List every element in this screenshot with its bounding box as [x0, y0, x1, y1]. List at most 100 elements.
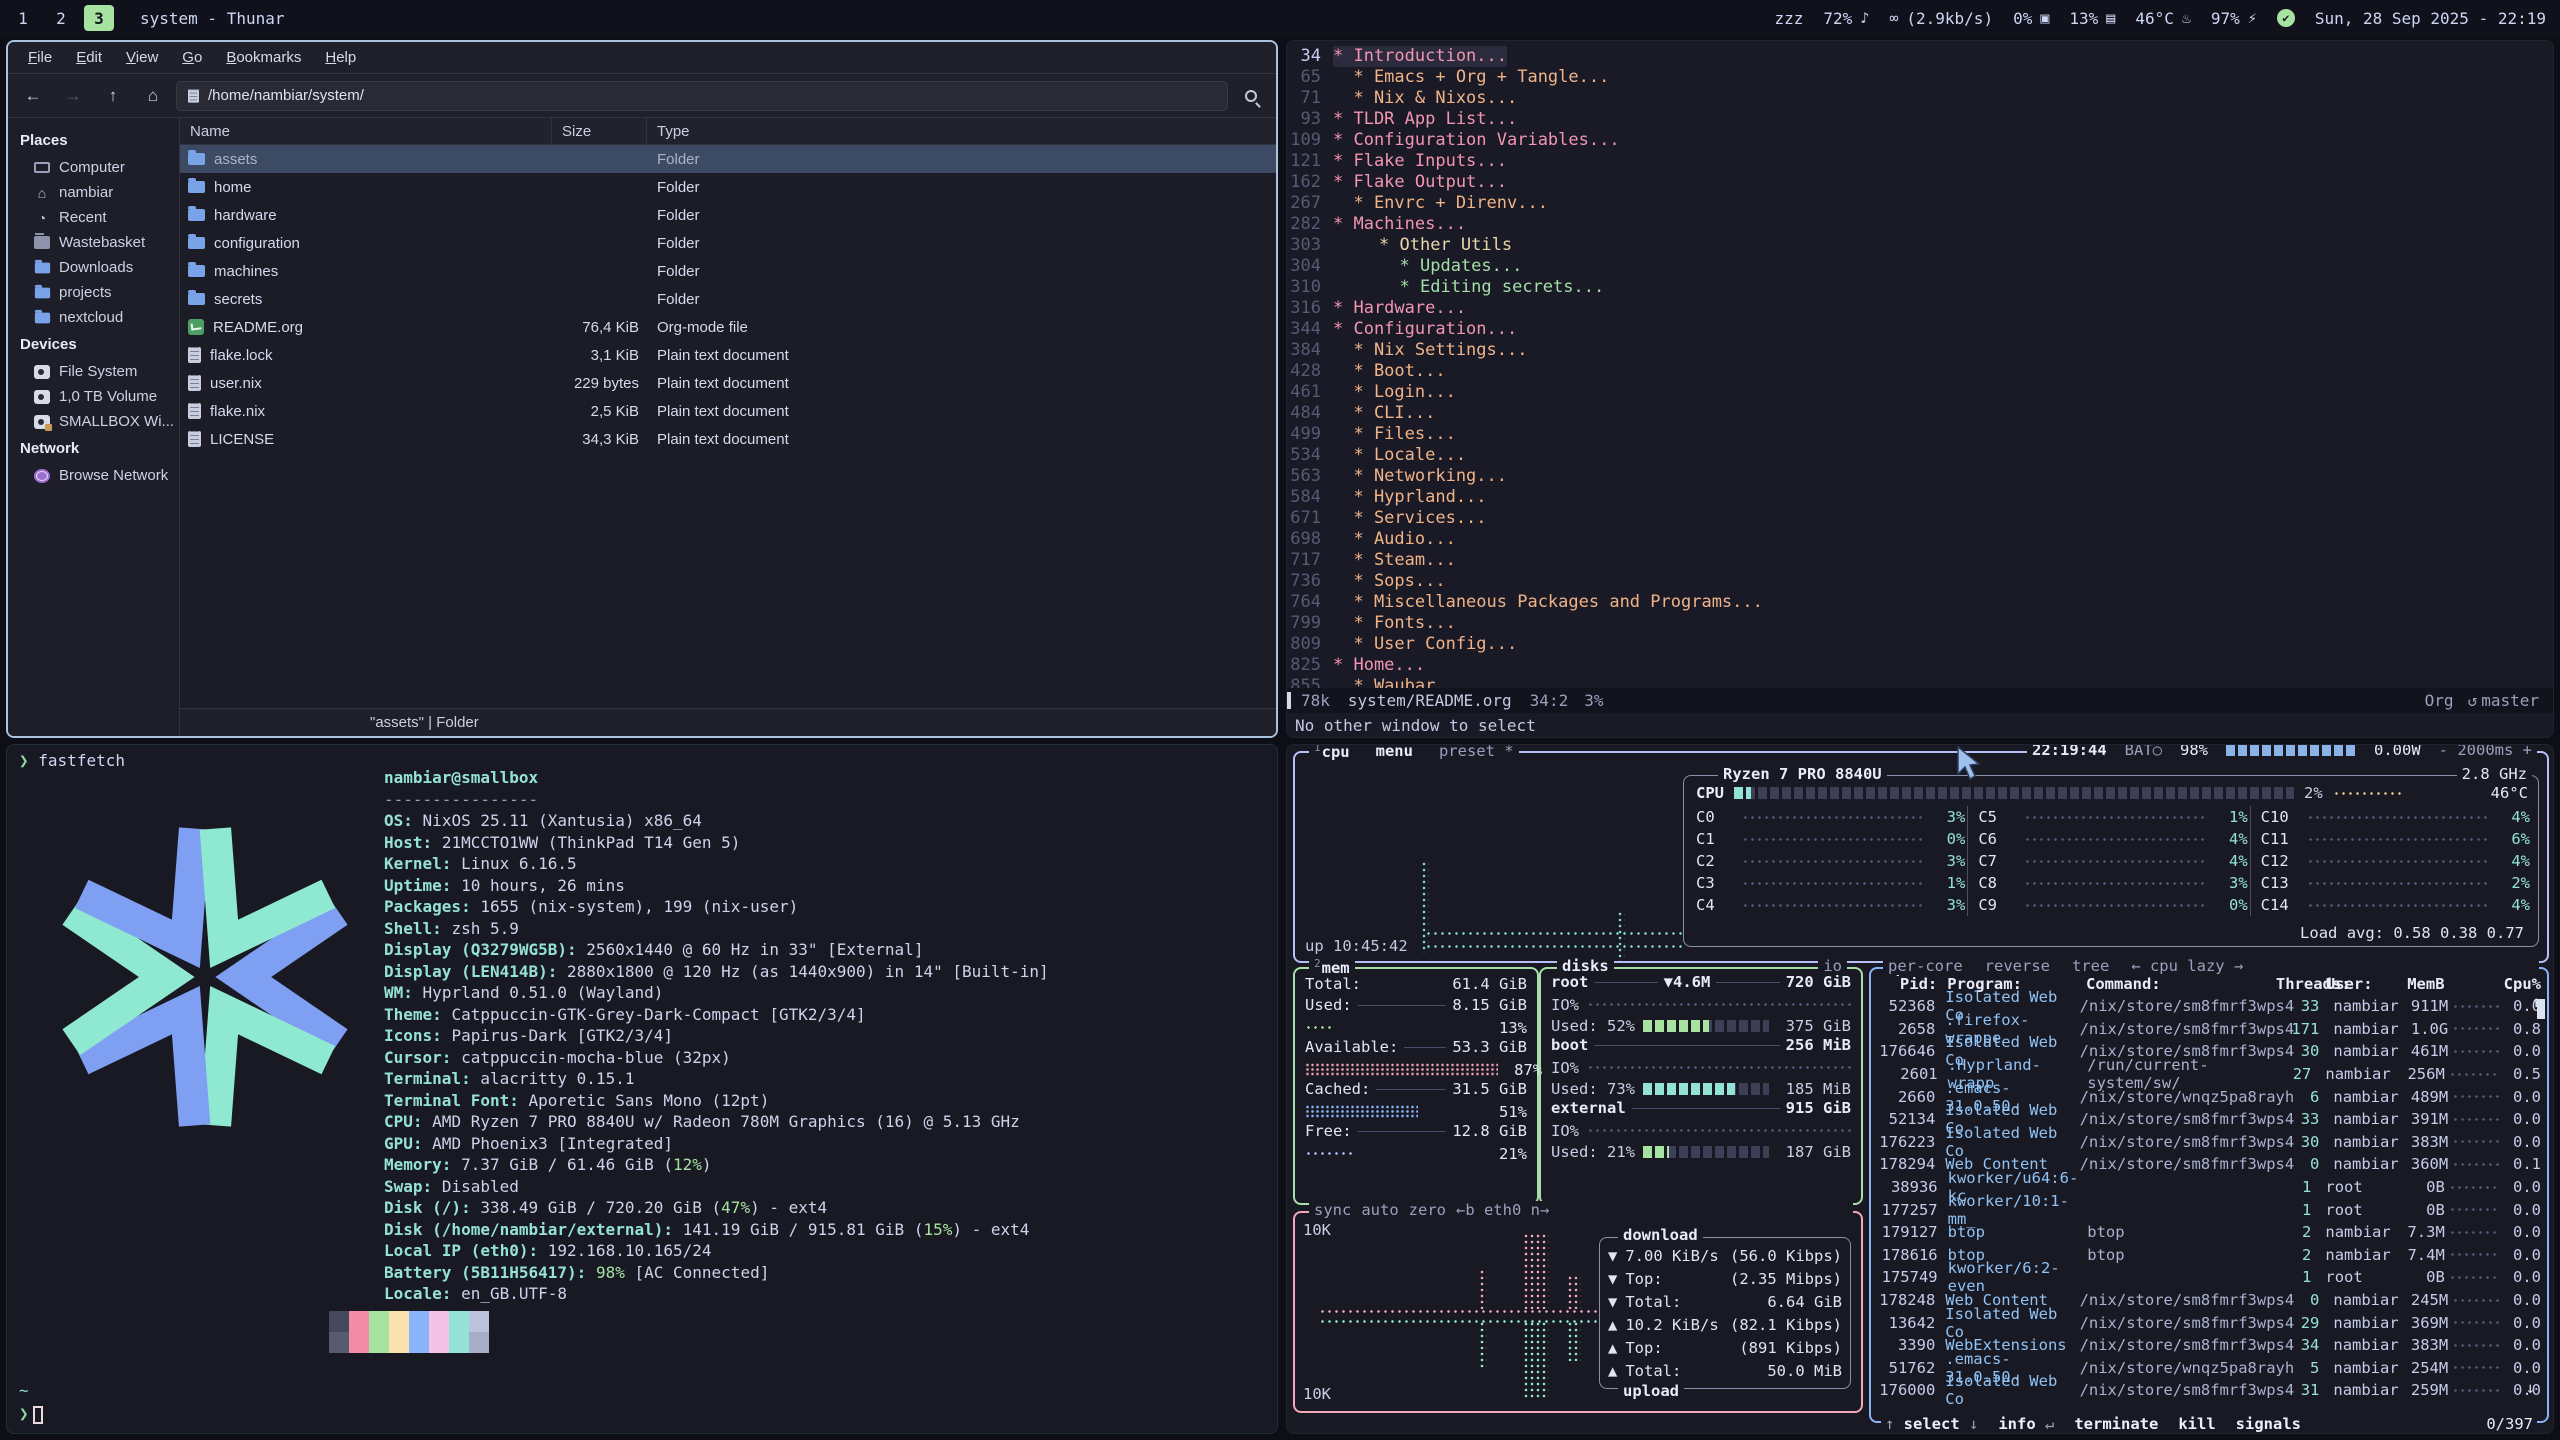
cpu-total-percent: 2%: [2304, 784, 2323, 802]
up-button[interactable]: ↑: [96, 81, 130, 111]
disk-row-root: root▼4.6M720 GiB: [1551, 973, 1851, 994]
folder-icon: [188, 265, 205, 277]
file-rows: assetsFolderhomeFolderhardwareFolderconf…: [180, 145, 1276, 708]
update-interval[interactable]: - 2000ms +: [2439, 744, 2532, 759]
workspace-switcher[interactable]: 123: [0, 5, 114, 31]
file-row-assets[interactable]: assetsFolder: [180, 145, 1276, 173]
org-heading-line: 109* Configuration Variables...: [1287, 130, 2553, 151]
proc-control-reverse[interactable]: reverse: [1985, 957, 2050, 975]
terminal-cursor: [33, 1406, 43, 1424]
menu-file[interactable]: File: [18, 46, 62, 69]
sidebar-item-browse-network[interactable]: Browse Network: [8, 463, 179, 488]
echo-area: No other window to select: [1287, 713, 2553, 737]
net-control-sync[interactable]: sync: [1314, 1201, 1351, 1219]
file-row-secrets[interactable]: secretsFolder: [180, 285, 1276, 313]
menu-button[interactable]: menu: [1376, 744, 1413, 760]
workspace-button-3[interactable]: 3: [84, 5, 114, 31]
palette-swatch: [469, 1311, 489, 1332]
menu-edit[interactable]: Edit: [66, 46, 112, 69]
sidebar-item-wastebasket[interactable]: Wastebasket: [8, 230, 179, 255]
proc-key-signals[interactable]: signals: [2236, 1415, 2301, 1433]
proc-key-info[interactable]: info ↵: [1998, 1415, 2054, 1433]
preset-button[interactable]: preset *: [1439, 744, 1514, 760]
file-row-flake.nix[interactable]: flake.nix2,5 KiBPlain text document: [180, 397, 1276, 425]
fastfetch-entry: Cursor: catppuccin-mocha-blue (32px): [384, 1047, 1049, 1069]
proc-row[interactable]: 179127btopbtop2nambiar7.3M0.0: [1871, 1221, 2547, 1244]
network-icon: [34, 469, 50, 483]
proc-row[interactable]: 175749kworker/6:2-even1root0B0.0: [1871, 1266, 2547, 1289]
file-row-machines[interactable]: machinesFolder: [180, 257, 1276, 285]
workspace-button-1[interactable]: 1: [8, 5, 38, 31]
proc-control-per-core[interactable]: per-core: [1888, 957, 1963, 975]
cpu-graph: [1425, 929, 1685, 937]
org-heading-line: 799* Fonts...: [1287, 613, 2553, 634]
emacs-modeline: 78k system/README.org 34:2 3% Org ↺ mast…: [1287, 688, 2553, 713]
drive-usb-icon: [34, 415, 50, 429]
tab-cpu[interactable]: 1cpu: [1314, 744, 1350, 761]
net-control-zero[interactable]: zero: [1409, 1201, 1446, 1219]
back-button[interactable]: ←: [16, 81, 50, 111]
sidebar-item-downloads[interactable]: Downloads: [8, 255, 179, 280]
file-row-LICENSE[interactable]: LICENSE34,3 KiBPlain text document: [180, 425, 1276, 453]
power-icon: ⚡: [2248, 9, 2257, 27]
path-bar[interactable]: /home/nambiar/system/: [176, 81, 1228, 111]
column-header-size[interactable]: Size: [552, 118, 647, 144]
text-icon: [188, 347, 201, 363]
sidebar-item-1-0-tb-volume[interactable]: 1,0 TB Volume: [8, 384, 179, 409]
file-icon: [188, 89, 199, 103]
status-module: Sun, 28 Sep 2025 - 22:19: [2315, 9, 2546, 28]
sidebar-item-nextcloud[interactable]: nextcloud: [8, 305, 179, 330]
proc-control--cpu-lazy-[interactable]: ← cpu lazy →: [2131, 957, 2243, 975]
sidebar-item-projects[interactable]: projects: [8, 280, 179, 305]
palette-swatch: [469, 1332, 489, 1353]
file-row-flake.lock[interactable]: flake.lock3,1 KiBPlain text document: [180, 341, 1276, 369]
net-control--b-eth0-n-[interactable]: ←b eth0 n→: [1456, 1201, 1549, 1219]
sidebar-item-computer[interactable]: Computer: [8, 155, 179, 180]
org-buffer[interactable]: 34* Introduction...65* Emacs + Org + Tan…: [1287, 41, 2553, 688]
file-row-home[interactable]: homeFolder: [180, 173, 1276, 201]
sidebar-item-recent[interactable]: ◔Recent: [8, 205, 179, 230]
sidebar-item-nambiar[interactable]: ⌂nambiar: [8, 180, 179, 205]
column-header-type[interactable]: Type: [647, 118, 1276, 144]
file-row-hardware[interactable]: hardwareFolder: [180, 201, 1276, 229]
workspace-button-2[interactable]: 2: [46, 5, 76, 31]
sidebar-item-smallbox-wi-[interactable]: SMALLBOX Wi...: [8, 409, 179, 434]
org-heading-line: 484* CLI...: [1287, 403, 2553, 424]
net-control-auto[interactable]: auto: [1361, 1201, 1398, 1219]
file-row-configuration[interactable]: configurationFolder: [180, 229, 1276, 257]
cwd-path: ~: [19, 1379, 43, 1402]
status-modules: zzz72%♪∞(2.9kb/s)0%▣13%▤46°C♨97%⚡✔Sun, 2…: [1775, 9, 2560, 28]
proc-control-tree[interactable]: tree: [2072, 957, 2109, 975]
proc-key-kill[interactable]: kill: [2178, 1415, 2215, 1433]
palette-swatch: [409, 1311, 429, 1332]
file-row-user.nix[interactable]: user.nix229 bytesPlain text document: [180, 369, 1276, 397]
search-button[interactable]: [1234, 81, 1268, 111]
forward-button[interactable]: →: [56, 81, 90, 111]
trash-icon: [34, 236, 50, 249]
proc-scrollbar[interactable]: [2537, 999, 2545, 1019]
folder-icon: [188, 237, 205, 249]
proc-row[interactable]: 176223Isolated Web Co/nix/store/sm8fmrf3…: [1871, 1131, 2547, 1154]
menu-go[interactable]: Go: [172, 46, 212, 69]
io-toggle[interactable]: io: [1823, 957, 1842, 975]
org-icon: [188, 319, 204, 335]
menu-view[interactable]: View: [116, 46, 168, 69]
proc-row[interactable]: 177257kworker/10:1-mm_1root0B0.0: [1871, 1198, 2547, 1221]
folder-icon: [188, 153, 205, 165]
proc-key-select[interactable]: ↑ select ↓: [1885, 1415, 1978, 1433]
org-heading-line: 282* Machines...: [1287, 214, 2553, 235]
tab-mem[interactable]: 2mem: [1314, 957, 1350, 977]
folder-icon: [34, 260, 50, 276]
file-row-README.org[interactable]: README.org76,4 KiBOrg-mode file: [180, 313, 1276, 341]
proc-row[interactable]: 13642Isolated Web Co/nix/store/sm8fmrf3w…: [1871, 1311, 2547, 1334]
proc-key-terminate[interactable]: terminate: [2074, 1415, 2158, 1433]
proc-rows: 52368Isolated Web Co/nix/store/sm8fmrf3w…: [1871, 995, 2547, 1402]
upload-label: upload: [1623, 1382, 1679, 1400]
sidebar-item-file-system[interactable]: File System: [8, 359, 179, 384]
menu-help[interactable]: Help: [315, 46, 366, 69]
home-button[interactable]: ⌂: [136, 81, 170, 111]
column-header-name[interactable]: Name: [180, 118, 552, 144]
sidebar-heading: Devices: [8, 330, 179, 359]
menu-bookmarks[interactable]: Bookmarks: [216, 46, 311, 69]
proc-row[interactable]: 176000Isolated Web Co/nix/store/sm8fmrf3…: [1871, 1379, 2547, 1402]
